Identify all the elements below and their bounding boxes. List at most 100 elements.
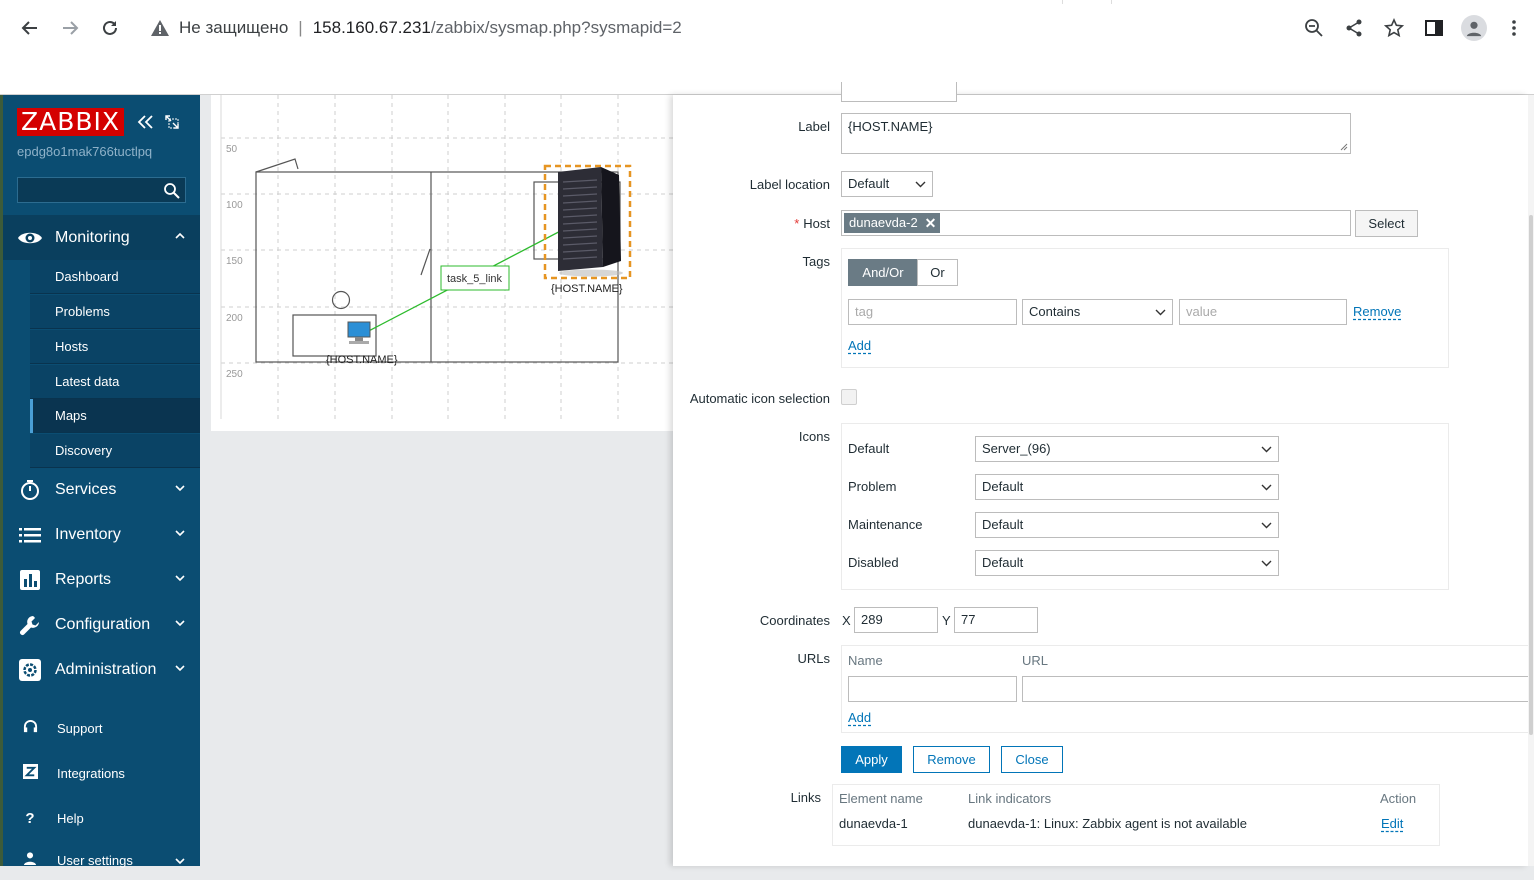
icons-label: Icons	[798, 429, 830, 444]
submenu-discovery[interactable]: Discovery	[30, 434, 200, 468]
submenu-hosts[interactable]: Hosts	[30, 330, 200, 364]
share-button[interactable]	[1334, 12, 1374, 44]
chevron-up-icon	[175, 232, 185, 239]
zoom-button[interactable]	[1294, 12, 1334, 44]
search-icon[interactable]	[163, 182, 180, 199]
menu-inventory[interactable]: Inventory	[3, 512, 200, 557]
menu-administration[interactable]: Administration	[3, 647, 200, 692]
y-coord-input[interactable]: 77	[954, 607, 1038, 633]
menu-configuration[interactable]: Configuration	[3, 602, 200, 647]
icon-maintenance-label: Maintenance	[848, 517, 923, 532]
submenu-dashboard[interactable]: Dashboard	[30, 260, 200, 294]
collapse-sidebar-icon[interactable]	[137, 115, 153, 129]
chevron-down-icon	[175, 858, 185, 865]
y-tick: 100	[226, 200, 243, 211]
workstation-icon[interactable]	[347, 321, 371, 344]
zabbix-logo[interactable]: ZABBIX	[17, 108, 125, 136]
chevron-down-icon	[175, 530, 185, 537]
url-path: /zabbix/sysmap.php?sysmapid=2	[430, 18, 682, 37]
url-host: 158.160.67.231	[312, 18, 431, 37]
back-button[interactable]	[14, 12, 46, 44]
icon-disabled-select[interactable]: Default	[975, 550, 1279, 576]
host-label-text: Host	[803, 216, 830, 231]
url-add-link[interactable]: Add	[848, 710, 871, 725]
browser-menu-button[interactable]	[1494, 12, 1534, 44]
links-header-action: Action	[1380, 791, 1417, 806]
icon-maintenance-select[interactable]: Default	[975, 512, 1279, 538]
footer-help-label: Help	[57, 810, 84, 826]
tag-name-input[interactable]: tag	[848, 299, 1017, 325]
scrollbar-thumb[interactable]	[1529, 215, 1533, 735]
tags-andor-toggle[interactable]: And/Or	[848, 259, 918, 286]
server-icon[interactable]	[558, 167, 623, 277]
tags-or-toggle[interactable]: Or	[917, 259, 958, 286]
host-chip: dunaevda-2 ✕	[844, 213, 941, 233]
stopwatch-icon	[17, 477, 43, 503]
submenu-latest-data[interactable]: Latest data	[30, 365, 200, 399]
menu-monitoring[interactable]: Monitoring	[3, 215, 200, 260]
footer-support[interactable]: Support	[3, 708, 200, 748]
icon-default-label: Default	[848, 441, 890, 456]
form-scrollbar[interactable]	[1528, 95, 1534, 866]
address-bar[interactable]: Не защищено | 158.160.67.231/zabbix/sysm…	[150, 12, 1280, 44]
bar-chart-icon	[17, 567, 43, 593]
map-canvas[interactable]: 50 100 150 200 250 task_5_link {HOST.NAM…	[211, 95, 673, 431]
tags-label: Tags	[802, 254, 830, 269]
y-tick: 250	[226, 369, 243, 380]
label-textarea[interactable]: {HOST.NAME}	[841, 113, 1351, 154]
x-coord-label: X	[842, 613, 851, 628]
tab-strip	[1062, 0, 1112, 4]
resize-handle-icon[interactable]	[1340, 143, 1348, 151]
kiosk-mode-icon[interactable]	[165, 115, 179, 129]
close-icon[interactable]: ✕	[925, 213, 937, 233]
map-host-label-2: {HOST.NAME}	[551, 283, 623, 295]
footer-user-settings-label: User settings	[57, 852, 133, 868]
menu-services-label: Services	[55, 480, 117, 498]
host-select-button[interactable]: Select	[1355, 210, 1418, 237]
tag-value-input[interactable]: value	[1179, 299, 1347, 325]
forward-button[interactable]	[54, 12, 86, 44]
links-label: Links	[790, 790, 821, 805]
link-row-edit[interactable]: Edit	[1381, 816, 1403, 831]
icon-problem-select[interactable]: Default	[975, 474, 1279, 500]
reload-button[interactable]	[94, 12, 126, 44]
url-name-input[interactable]	[848, 676, 1017, 702]
headset-icon	[20, 719, 40, 738]
footer-help[interactable]: ? Help	[3, 798, 200, 838]
tag-operator-select[interactable]: Contains	[1022, 299, 1173, 325]
url-value-input[interactable]	[1022, 676, 1528, 702]
icon-disabled-value: Default	[982, 555, 1024, 570]
chevron-down-icon	[1261, 522, 1272, 529]
host-label: * Host	[740, 216, 830, 231]
menu-reports[interactable]: Reports	[3, 557, 200, 602]
link-row-indicators: dunaevda-1: Linux: Zabbix agent is not a…	[968, 816, 1247, 831]
tag-add-link[interactable]: Add	[848, 338, 871, 353]
menu-reports-label: Reports	[55, 570, 112, 588]
icon-disabled-label: Disabled	[848, 555, 899, 570]
icon-default-select[interactable]: Server_(96)	[975, 436, 1279, 462]
wrench-icon	[17, 612, 43, 638]
footer-user-settings[interactable]: User settings	[3, 840, 200, 880]
reload-icon	[103, 20, 117, 35]
links-table	[832, 784, 1440, 846]
footer-support-label: Support	[57, 720, 103, 736]
submenu-problems[interactable]: Problems	[30, 295, 200, 329]
profile-button[interactable]	[1454, 12, 1494, 44]
x-coord-input[interactable]: 289	[854, 607, 938, 633]
label-location-select[interactable]: Default	[841, 171, 933, 197]
footer-integrations[interactable]: Integrations	[3, 753, 200, 793]
apply-button[interactable]: Apply	[841, 746, 902, 773]
bookmark-button[interactable]	[1374, 12, 1414, 44]
sidebar: ZABBIX epdg8o1mak766tuctlpq Monitoring D…	[0, 95, 200, 868]
sidebar-search-input[interactable]	[17, 177, 186, 203]
remove-button[interactable]: Remove	[913, 746, 990, 773]
auto-icon-checkbox[interactable]	[841, 389, 857, 405]
server-name: epdg8o1mak766tuctlpq	[17, 144, 153, 159]
tag-remove-link[interactable]: Remove	[1353, 304, 1401, 319]
menu-services[interactable]: Services	[3, 467, 200, 512]
type-select[interactable]	[841, 82, 957, 102]
y-tick: 50	[226, 144, 238, 155]
close-button[interactable]: Close	[1001, 746, 1063, 773]
submenu-maps[interactable]: Maps	[30, 399, 200, 433]
side-panel-button[interactable]	[1414, 12, 1454, 44]
